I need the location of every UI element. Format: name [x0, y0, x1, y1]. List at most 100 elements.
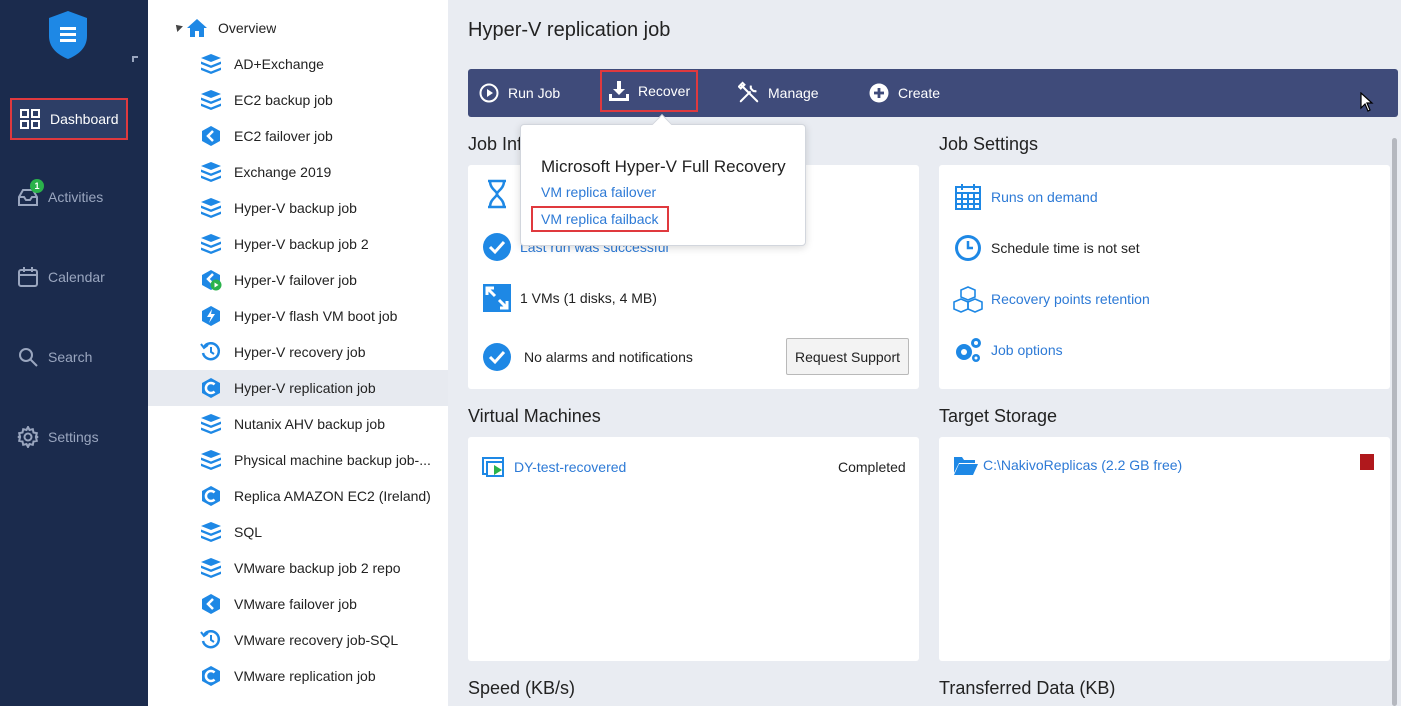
mouse-cursor-icon [1360, 91, 1374, 115]
run-job-label: Run Job [508, 85, 561, 101]
tools-icon [738, 81, 760, 104]
calendar-icon [16, 265, 40, 289]
vm-name-link[interactable]: DY-test-recovered [514, 459, 626, 475]
alarms-row: No alarms and notifications [482, 342, 693, 372]
app-logo-icon[interactable] [47, 10, 89, 60]
create-button[interactable]: Create [868, 69, 940, 117]
retention-row: Recovery points retention [953, 284, 1150, 314]
options-row: Job options [953, 335, 1063, 365]
manage-label: Manage [768, 85, 819, 101]
runs-on-demand-link[interactable]: Runs on demand [991, 189, 1098, 205]
nav-item-calendar[interactable]: Calendar [10, 256, 128, 298]
speed-title: Speed (KB/s) [468, 678, 576, 698]
target-storage-title: Target Storage [939, 406, 1058, 426]
tree-item[interactable]: EC2 failover job [148, 118, 448, 154]
vm-replica-failback-link[interactable]: VM replica failback [531, 206, 669, 232]
failover-run-icon [200, 269, 222, 291]
tree-item[interactable]: AD+Exchange [148, 46, 448, 82]
schedule-text: Schedule time is not set [991, 240, 1140, 256]
backup-stack-icon [200, 557, 222, 579]
nav-item-label: Activities [48, 189, 104, 205]
storage-row: C:\NakivoReplicas (2.2 GB free) [953, 450, 1182, 480]
tree-item[interactable]: VMware recovery job-SQL [148, 622, 448, 658]
create-label: Create [898, 85, 941, 101]
tree-item[interactable]: VMware replication job [148, 658, 448, 694]
tree-item[interactable]: Hyper-V recovery job [148, 334, 448, 370]
download-icon [608, 80, 630, 102]
page-title: Hyper-V replication job [468, 19, 671, 41]
tree-item[interactable]: Replica AMAZON EC2 (Ireland) [148, 478, 448, 514]
backup-stack-icon [200, 197, 222, 219]
tree-item[interactable]: Hyper-V replication job [148, 370, 448, 406]
backup-stack-icon [200, 233, 222, 255]
expand-arrows-icon [482, 283, 512, 313]
tree-item-label: Hyper-V recovery job [234, 344, 366, 360]
expand-caret-icon[interactable] [173, 22, 183, 32]
replication-icon [200, 665, 222, 687]
tree-item-label: Physical machine backup job-... [234, 452, 431, 468]
tree-item-label: VMware recovery job-SQL [234, 632, 399, 648]
tree-item[interactable]: Physical machine backup job-... [148, 442, 448, 478]
check-circle-icon [482, 342, 512, 372]
tree-item-label: Hyper-V flash VM boot job [234, 308, 398, 324]
target-storage-card: C:\NakivoReplicas (2.2 GB free) [939, 437, 1390, 661]
storage-path-link[interactable]: C:\NakivoReplicas (2.2 GB free) [983, 457, 1182, 473]
vms-summary-text: 1 VMs (1 disks, 4 MB) [520, 290, 657, 306]
main-nav: Dashboard 1 Activities Calendar Search S… [0, 0, 148, 706]
backup-stack-icon [200, 521, 222, 543]
backup-stack-icon [200, 53, 222, 75]
nav-item-activities[interactable]: 1 Activities [10, 176, 128, 218]
tree-item[interactable]: Hyper-V backup job [148, 190, 448, 226]
check-circle-icon [482, 232, 512, 262]
cubes-icon [953, 284, 983, 314]
tree-item-label: Overview [218, 20, 277, 36]
tree-item[interactable]: VMware backup job 2 repo [148, 550, 448, 586]
tree-item[interactable]: Hyper-V backup job 2 [148, 226, 448, 262]
tree-item-label: Hyper-V replication job [234, 380, 376, 396]
recovery-points-retention-link[interactable]: Recovery points retention [991, 291, 1150, 307]
activities-badge: 1 [30, 179, 44, 193]
tree-item[interactable]: Nutanix AHV backup job [148, 406, 448, 442]
backup-stack-icon [200, 89, 222, 111]
tree-item[interactable]: VMware failover job [148, 586, 448, 622]
plus-circle-icon [868, 82, 890, 104]
main-content: Hyper-V replication job Run Job Recover … [448, 0, 1401, 706]
job-options-link[interactable]: Job options [991, 342, 1063, 358]
failover-icon [200, 125, 222, 147]
vm-replica-failover-link[interactable]: VM replica failover [541, 184, 656, 200]
tree-item[interactable]: Exchange 2019 [148, 154, 448, 190]
job-status-row [482, 179, 520, 209]
scrollbar-thumb[interactable] [1392, 138, 1397, 706]
inbox-icon: 1 [16, 179, 44, 209]
recover-label: Recover [638, 83, 691, 99]
manage-button[interactable]: Manage [738, 69, 819, 117]
play-circle-icon [478, 82, 500, 104]
tree-item-label: VMware replication job [234, 668, 376, 684]
recovery-icon [200, 629, 222, 651]
tree-item-label: EC2 failover job [234, 128, 333, 144]
nav-item-dashboard[interactable]: Dashboard [10, 98, 128, 140]
vm-row[interactable]: DY-test-recovered [482, 452, 626, 482]
request-support-button[interactable]: Request Support [786, 338, 909, 375]
grid-icon [18, 107, 42, 131]
nav-item-settings[interactable]: Settings [10, 416, 128, 458]
backup-stack-icon [200, 449, 222, 471]
tree-item-overview[interactable]: Overview [148, 10, 448, 46]
tree-item-label: Hyper-V backup job [234, 200, 357, 216]
tree-item[interactable]: Hyper-V failover job [148, 262, 448, 298]
tree-item-label: VMware backup job 2 repo [234, 560, 401, 576]
recover-popover: Microsoft Hyper-V Full Recovery VM repli… [520, 114, 806, 246]
collapse-nav-icon[interactable] [132, 56, 138, 62]
nav-item-label: Dashboard [50, 111, 119, 127]
tree-item[interactable]: SQL [148, 514, 448, 550]
nav-item-search[interactable]: Search [10, 336, 128, 378]
tree-item[interactable]: Hyper-V flash VM boot job [148, 298, 448, 334]
tree-item-label: SQL [234, 524, 263, 540]
tree-item[interactable]: EC2 backup job [148, 82, 448, 118]
recovery-icon [200, 341, 222, 363]
job-settings-title: Job Settings [939, 134, 1039, 154]
tree-item-label: EC2 backup job [234, 92, 333, 108]
job-tree: Overview AD+Exchange EC2 backup job EC2 fa… [148, 0, 448, 706]
run-job-button[interactable]: Run Job [478, 69, 560, 117]
recover-button[interactable]: Recover [600, 70, 699, 112]
